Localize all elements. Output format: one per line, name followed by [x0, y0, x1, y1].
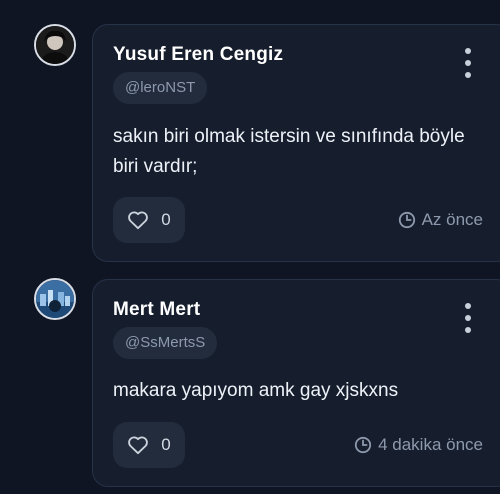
like-button[interactable]: 0 — [113, 197, 185, 243]
time-label: 4 dakika önce — [378, 435, 483, 454]
avatar[interactable] — [34, 278, 76, 320]
clock-icon — [354, 436, 372, 454]
clock-icon — [398, 211, 415, 229]
comment-card: Mert Mert @SsMertsS makara yapıyom amk g… — [92, 279, 500, 487]
comment-item: Mert Mert @SsMertsS makara yapıyom amk g… — [0, 270, 500, 494]
comment-author[interactable]: Mert Mert — [113, 299, 200, 321]
kebab-menu-icon[interactable] — [461, 303, 475, 333]
comment-item: Yusuf Eren Cengiz @leroNST sakın biri ol… — [0, 0, 500, 270]
time-label: Az önce — [421, 210, 483, 229]
comment-handle[interactable]: @leroNST — [113, 72, 208, 104]
kebab-menu-icon[interactable] — [461, 48, 475, 78]
comment-time: Az önce — [398, 210, 483, 230]
comment-card: Yusuf Eren Cengiz @leroNST sakın biri ol… — [92, 24, 500, 262]
avatar[interactable] — [34, 24, 76, 66]
like-button[interactable]: 0 — [113, 422, 185, 468]
comment-handle[interactable]: @SsMertsS — [113, 327, 218, 359]
comment-text: sakın biri olmak istersin ve sınıfında b… — [113, 126, 465, 177]
like-count: 0 — [161, 210, 171, 229]
comment-author[interactable]: Yusuf Eren Cengiz — [113, 44, 283, 66]
like-count: 0 — [161, 435, 171, 454]
heart-icon — [128, 211, 149, 230]
comment-time: 4 dakika önce — [354, 435, 483, 455]
heart-icon — [128, 436, 149, 455]
comment-text: makara yapıyom amk gay xjskxns — [113, 380, 399, 401]
